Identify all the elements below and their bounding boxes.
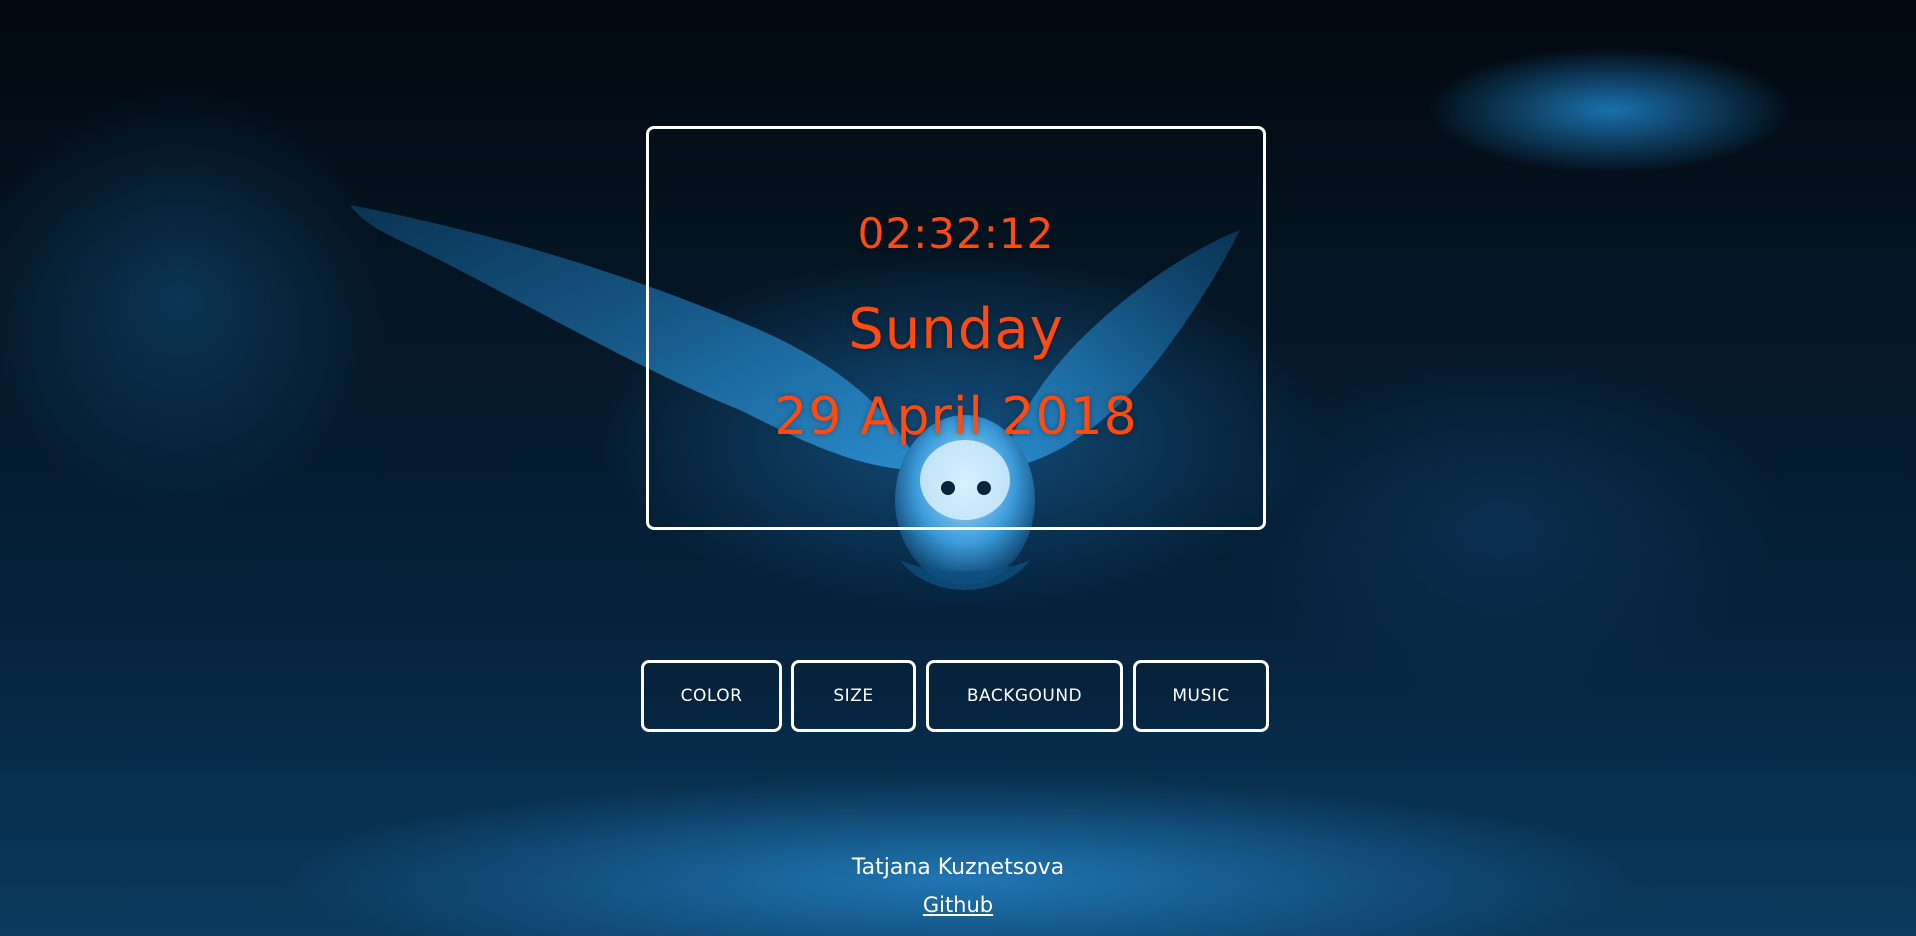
color-button[interactable]: COLOR	[641, 660, 782, 732]
background-button[interactable]: BACKGOUND	[926, 660, 1123, 732]
github-link[interactable]: Github	[923, 893, 993, 917]
clock-day: Sunday	[848, 297, 1064, 362]
footer-link-container: Github	[0, 893, 1916, 917]
clock-time: 02:32:12	[857, 209, 1055, 258]
music-button[interactable]: MUSIC	[1133, 660, 1269, 732]
clock-panel: 02:32:12 Sunday 29 April 2018	[646, 126, 1266, 530]
author-name: Tatjana Kuznetsova	[851, 855, 1065, 880]
size-button[interactable]: SIZE	[791, 660, 916, 732]
clock-date: 29 April 2018	[774, 387, 1138, 447]
